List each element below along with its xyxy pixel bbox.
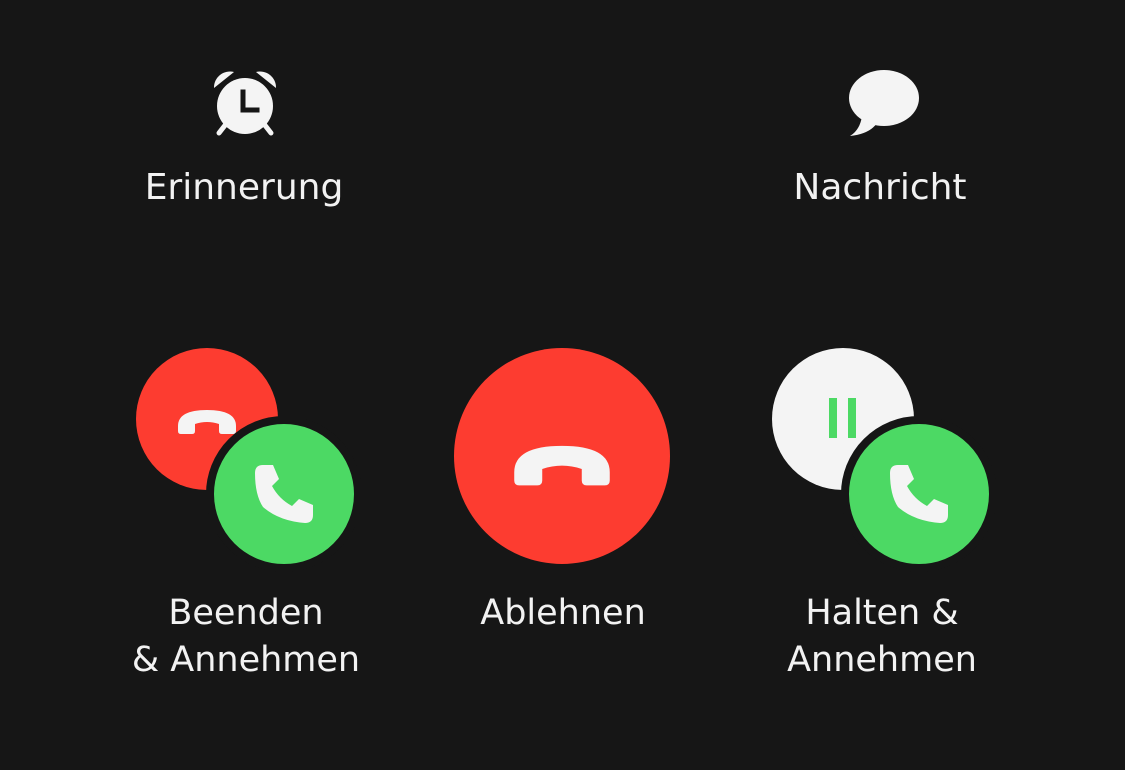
end-and-accept-button[interactable]: Beenden & Annehmen	[120, 340, 370, 690]
end-call-icon	[514, 445, 610, 486]
hold-and-accept-label-line1: Halten &	[805, 593, 959, 633]
accept-call-circle	[206, 416, 362, 572]
hold-and-accept-button[interactable]: Halten & Annehmen	[757, 340, 1007, 690]
hold-and-accept-label-line2: Annehmen	[787, 640, 977, 680]
alarm-clock-icon	[210, 66, 280, 140]
decline-button[interactable]: Ablehnen	[450, 344, 675, 644]
end-and-accept-label-line2: & Annehmen	[131, 640, 361, 680]
accept-call-circle	[841, 416, 997, 572]
end-and-accept-label: Beenden & Annehmen	[86, 590, 406, 684]
accept-call-icon	[255, 465, 313, 523]
reminder-button[interactable]: Erinnerung	[94, 62, 394, 242]
incoming-call-screen: Erinnerung Nachricht Beenden & Annehmen	[0, 0, 1125, 770]
message-button[interactable]: Nachricht	[730, 62, 1030, 242]
decline-label: Ablehnen	[480, 593, 646, 633]
accept-call-icon	[890, 465, 948, 523]
speech-bubble-icon	[846, 66, 919, 140]
end-and-accept-label-line1: Beenden	[168, 593, 324, 633]
hold-and-accept-label: Halten & Annehmen	[722, 590, 1042, 684]
end-call-icon	[178, 410, 236, 434]
message-label: Nachricht	[793, 167, 967, 208]
pause-icon	[829, 398, 856, 438]
reminder-label: Erinnerung	[144, 167, 344, 208]
decline-circle	[454, 348, 670, 564]
